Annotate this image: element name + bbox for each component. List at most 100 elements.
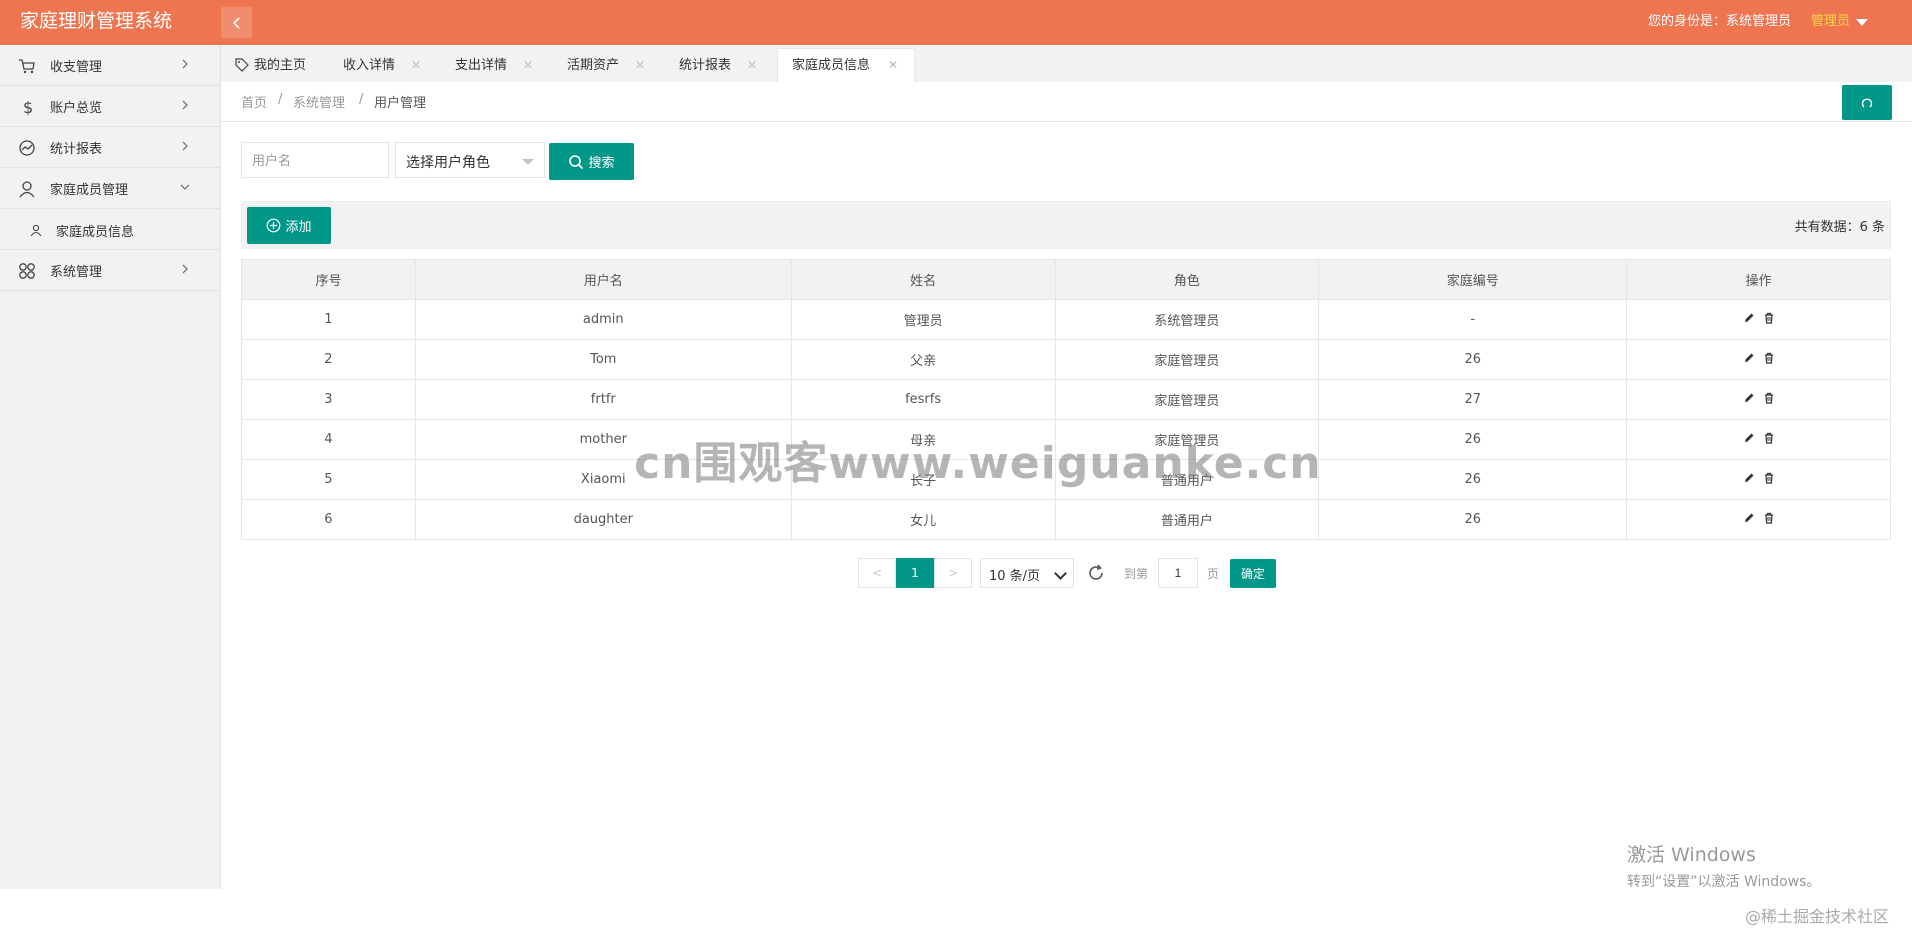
chevron-right-icon	[182, 59, 188, 69]
sidebar-subitem-family-info[interactable]: 家庭成员信息	[0, 209, 220, 250]
breadcrumb-system[interactable]: 系统管理	[293, 92, 345, 111]
breadcrumb: 首页 / 系统管理 / 用户管理	[221, 82, 1912, 122]
dollar-icon: $	[23, 98, 33, 116]
add-button[interactable]: 添加	[247, 207, 331, 244]
tab-expense[interactable]: 支出详情 ✕	[455, 49, 545, 82]
table-cell: 1	[241, 299, 416, 340]
tab-home[interactable]: 我的主页	[235, 49, 317, 82]
next-page-button[interactable]: >	[934, 558, 972, 588]
actions-cell	[1626, 379, 1891, 420]
table-cell: 普通用户	[1054, 499, 1320, 540]
activation-subtitle: 转到“设置”以激活 Windows。	[1627, 874, 1821, 890]
tab-label: 收入详情	[343, 58, 396, 73]
grid-icon	[19, 263, 35, 279]
sidebar-item-system[interactable]: 系统管理	[0, 250, 220, 291]
collapse-sidebar-button[interactable]	[221, 7, 252, 38]
edit-icon[interactable]	[1743, 392, 1755, 404]
table-cell: 26	[1318, 459, 1628, 500]
search-button[interactable]: 搜索	[549, 143, 634, 180]
table-cell: 父亲	[790, 339, 1056, 380]
table-row: 3 frtfr fesrfs 家庭管理员 27	[241, 379, 1891, 420]
sidebar-item-label: 统计报表	[50, 141, 103, 157]
sidebar-item-accounts[interactable]: $ 账户总览	[0, 86, 220, 127]
refresh-icon[interactable]	[1086, 563, 1106, 583]
table-cell: 女儿	[790, 499, 1056, 540]
delete-icon[interactable]	[1763, 432, 1775, 444]
edit-icon[interactable]	[1743, 432, 1755, 444]
username-search-input[interactable]	[241, 142, 389, 178]
edit-icon[interactable]	[1743, 312, 1755, 324]
page-size-value: 10 条/页	[989, 569, 1041, 584]
role-select-value: 选择用户角色	[406, 155, 490, 171]
close-icon[interactable]: ✕	[411, 49, 421, 82]
current-page[interactable]: 1	[896, 558, 934, 588]
user-icon	[30, 224, 42, 236]
close-icon[interactable]: ✕	[747, 49, 757, 82]
actions-cell	[1626, 339, 1891, 380]
sidebar-item-reports[interactable]: 统计报表	[0, 127, 220, 168]
tag-icon	[235, 58, 249, 72]
delete-icon[interactable]	[1763, 472, 1775, 484]
tab-reports[interactable]: 统计报表 ✕	[679, 49, 769, 82]
table-cell: 26	[1318, 419, 1628, 460]
page-size-select[interactable]: 10 条/页	[980, 558, 1074, 588]
edit-icon[interactable]	[1743, 352, 1755, 364]
column-header: 角色	[1054, 259, 1320, 300]
sidebar-item-label: 家庭成员管理	[50, 182, 129, 198]
tab-label: 家庭成员信息	[792, 58, 871, 73]
table-row: 2 Tom 父亲 家庭管理员 26	[241, 339, 1891, 380]
chevron-right-icon	[182, 264, 188, 274]
search-button-label: 搜索	[588, 156, 615, 171]
user-menu-label: 管理员	[1810, 14, 1850, 29]
breadcrumb-home[interactable]: 首页	[241, 92, 267, 111]
confirm-page-button[interactable]: 确定	[1230, 559, 1276, 588]
breadcrumb-current: 用户管理	[374, 96, 427, 111]
delete-icon[interactable]	[1763, 512, 1775, 524]
plus-circle-icon	[267, 218, 281, 233]
close-icon[interactable]: ✕	[523, 49, 533, 82]
table-cell: admin	[414, 299, 792, 340]
delete-icon[interactable]	[1763, 352, 1775, 364]
sidebar-item-label: 账户总览	[50, 100, 103, 116]
goto-page-input[interactable]	[1158, 558, 1198, 588]
page-unit-label: 页	[1207, 567, 1220, 581]
close-icon[interactable]: ✕	[888, 49, 898, 82]
tab-current-assets[interactable]: 活期资产 ✕	[567, 49, 657, 82]
user-icon	[19, 181, 35, 198]
edit-icon[interactable]	[1743, 472, 1755, 484]
table-cell: 管理员	[790, 299, 1056, 340]
total-count: 共有数据：6 条	[1794, 220, 1885, 235]
add-button-label: 添加	[285, 220, 312, 235]
table-cell: daughter	[414, 499, 792, 540]
sidebar-item-income-expense[interactable]: 收支管理	[0, 45, 220, 86]
role-select[interactable]: 选择用户角色	[395, 142, 545, 178]
actions-cell	[1626, 299, 1891, 340]
table-cell: 26	[1318, 499, 1628, 540]
edit-icon[interactable]	[1743, 512, 1755, 524]
user-menu[interactable]: 管理员	[1811, 0, 1868, 44]
tab-label: 我的主页	[254, 58, 307, 73]
tab-label: 支出详情	[455, 58, 508, 73]
sidebar-item-family-members[interactable]: 家庭成员管理	[0, 168, 220, 209]
breadcrumb-separator: /	[359, 92, 364, 107]
delete-icon[interactable]	[1763, 312, 1775, 324]
sidebar-item-label: 收支管理	[50, 59, 103, 75]
tab-family-info[interactable]: 家庭成员信息 ✕	[777, 48, 915, 83]
close-icon[interactable]: ✕	[635, 49, 645, 82]
refresh-button[interactable]	[1842, 85, 1892, 120]
windows-activation-notice: 激活 Windows 转到“设置”以激活 Windows。	[1627, 840, 1820, 891]
delete-icon[interactable]	[1763, 392, 1775, 404]
breadcrumb-separator: /	[278, 92, 283, 107]
table-row: 6 daughter 女儿 普通用户 26	[241, 499, 1891, 540]
app-title: 家庭理财管理系统	[20, 10, 173, 32]
table-cell: fesrfs	[790, 379, 1056, 420]
actions-cell	[1626, 419, 1891, 460]
sidebar-item-label: 系统管理	[50, 264, 103, 280]
table-cell: -	[1318, 299, 1628, 340]
column-header: 家庭编号	[1318, 259, 1628, 300]
prev-page-button[interactable]: <	[858, 558, 896, 588]
table-cell: 3	[241, 379, 416, 420]
tab-income[interactable]: 收入详情 ✕	[343, 49, 433, 82]
chart-icon	[19, 140, 35, 156]
table-cell: 家庭管理员	[1054, 339, 1320, 380]
